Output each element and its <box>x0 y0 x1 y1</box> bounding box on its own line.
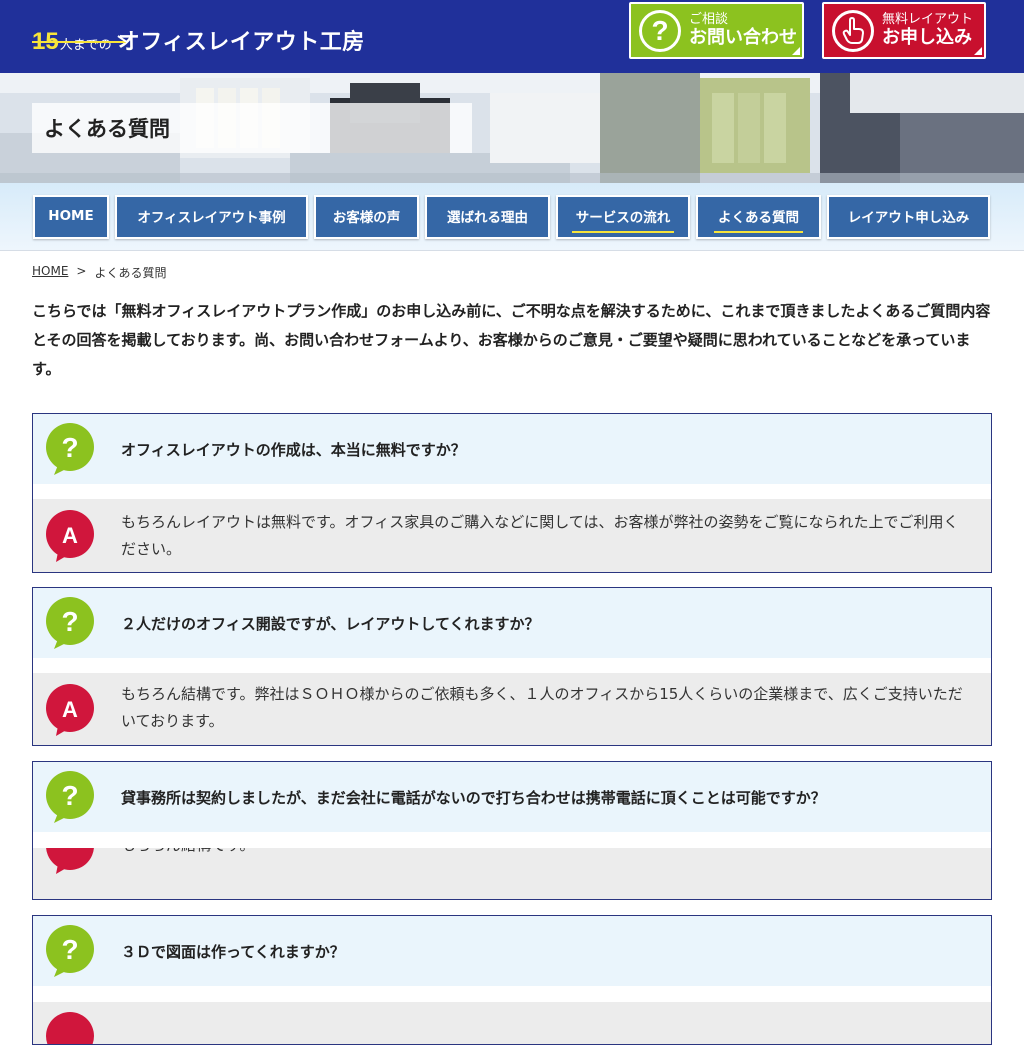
faq-question: 貸事務所は契約しましたが、まだ会社に電話がないので打ち合わせは携帯電話に頂くこと… <box>121 788 826 807</box>
logo-title: オフィスレイアウト工房 <box>117 30 365 55</box>
question-bubble-icon: ? <box>46 925 94 977</box>
breadcrumb-separator: > <box>76 264 87 278</box>
corner-triangle-icon <box>974 47 982 55</box>
faq-answer-row: A もちろんレイアウトは無料です。オフィス家具のご購入などに関しては、お客様が弊… <box>33 499 991 572</box>
breadcrumb: HOME > よくある質問 <box>32 264 166 281</box>
nav-home[interactable]: HOME <box>33 195 109 239</box>
faq-answer: もちろん結構です。弊社はＳＯＨＯ様からのご依頼も多く、１人のオフィスから15人く… <box>121 685 963 730</box>
question-bubble-icon: ? <box>46 597 94 649</box>
page-title: よくある質問 <box>44 117 170 141</box>
contact-button-label: お問い合わせ <box>689 26 797 48</box>
svg-text:?: ? <box>61 606 78 637</box>
faq-item: ? ３Ｄで図面は作ってくれますか？ <box>32 915 992 1045</box>
contact-button[interactable]: ? ご相談 お問い合わせ <box>629 2 804 59</box>
logo-underline <box>32 41 126 43</box>
hero-title-box: よくある質問 <box>32 103 472 153</box>
faq-answer: もちろんレイアウトは無料です。オフィス家具のご購入などに関しては、お客様が弊社の… <box>121 513 959 558</box>
question-bubble-icon: ? <box>46 423 94 475</box>
faq-question: オフィスレイアウトの作成は、本当に無料ですか？ <box>121 440 466 459</box>
faq-question-row: ? ３Ｄで図面は作ってくれますか？ <box>33 916 991 986</box>
nav-layout-cases[interactable]: オフィスレイアウト事例 <box>115 195 308 239</box>
faq-item: ? ２人だけのオフィス開設ですが、レイアウトしてくれますか？ A もちろん結構で… <box>32 587 992 746</box>
contact-button-sub: ご相談 <box>689 11 729 27</box>
answer-bubble-icon <box>46 1012 94 1044</box>
main-nav: HOME オフィスレイアウト事例 お客様の声 選ばれる理由 サービスの流れ よく… <box>0 183 1024 251</box>
faq-answer: もちろん結構です。 <box>121 848 971 859</box>
faq-question: ３Ｄで図面は作ってくれますか？ <box>121 942 345 961</box>
svg-text:?: ? <box>61 780 78 811</box>
question-bubble-icon: ? <box>46 771 94 823</box>
corner-triangle-icon <box>792 47 800 55</box>
svg-text:?: ? <box>61 934 78 965</box>
apply-button-sub: 無料レイアウト <box>882 11 974 27</box>
apply-button-label: お申し込み <box>882 26 972 48</box>
nav-layout-apply[interactable]: レイアウト申し込み <box>827 195 990 239</box>
svg-text:A: A <box>62 523 78 548</box>
apply-button[interactable]: 無料レイアウト お申し込み <box>822 2 986 59</box>
site-header: 15 人までの オフィスレイアウト工房 ? ご相談 お問い合わせ 無料レイアウト… <box>0 0 1024 73</box>
nav-customer-voices[interactable]: お客様の声 <box>314 195 419 239</box>
faq-item: ? オフィスレイアウトの作成は、本当に無料ですか？ A もちろんレイアウトは無料… <box>32 413 992 573</box>
answer-bubble-icon <box>46 848 94 874</box>
faq-answer-row: A もちろん結構です。弊社はＳＯＨＯ様からのご依頼も多く、１人のオフィスから15… <box>33 673 991 745</box>
site-logo[interactable]: 15 人までの オフィスレイアウト工房 <box>32 14 365 54</box>
breadcrumb-home-link[interactable]: HOME <box>32 264 68 281</box>
question-circle-icon: ? <box>639 9 681 52</box>
breadcrumb-current: よくある質問 <box>94 266 167 280</box>
faq-item: ? 貸事務所は契約しましたが、まだ会社に電話がないので打ち合わせは携帯電話に頂く… <box>32 761 992 900</box>
faq-answer-row: もちろん結構です。 <box>33 848 991 899</box>
nav-faq[interactable]: よくある質問 <box>696 195 821 239</box>
nav-reasons[interactable]: 選ばれる理由 <box>425 195 550 239</box>
hero-banner: よくある質問 <box>0 73 1024 183</box>
faq-question: ２人だけのオフィス開設ですが、レイアウトしてくれますか？ <box>121 614 540 633</box>
pointing-hand-icon <box>832 9 874 52</box>
answer-bubble-icon: A <box>46 510 94 562</box>
nav-service-flow[interactable]: サービスの流れ <box>556 195 690 239</box>
faq-question-row: ? ２人だけのオフィス開設ですが、レイアウトしてくれますか？ <box>33 588 991 658</box>
answer-bubble-icon: A <box>46 684 94 736</box>
faq-question-row: ? オフィスレイアウトの作成は、本当に無料ですか？ <box>33 414 991 484</box>
svg-text:A: A <box>62 697 78 722</box>
svg-text:?: ? <box>61 432 78 463</box>
faq-question-row: ? 貸事務所は契約しましたが、まだ会社に電話がないので打ち合わせは携帯電話に頂く… <box>33 762 991 832</box>
intro-text: こちらでは「無料オフィスレイアウトプラン作成」のお申し込み前に、ご不明な点を解決… <box>32 302 991 378</box>
